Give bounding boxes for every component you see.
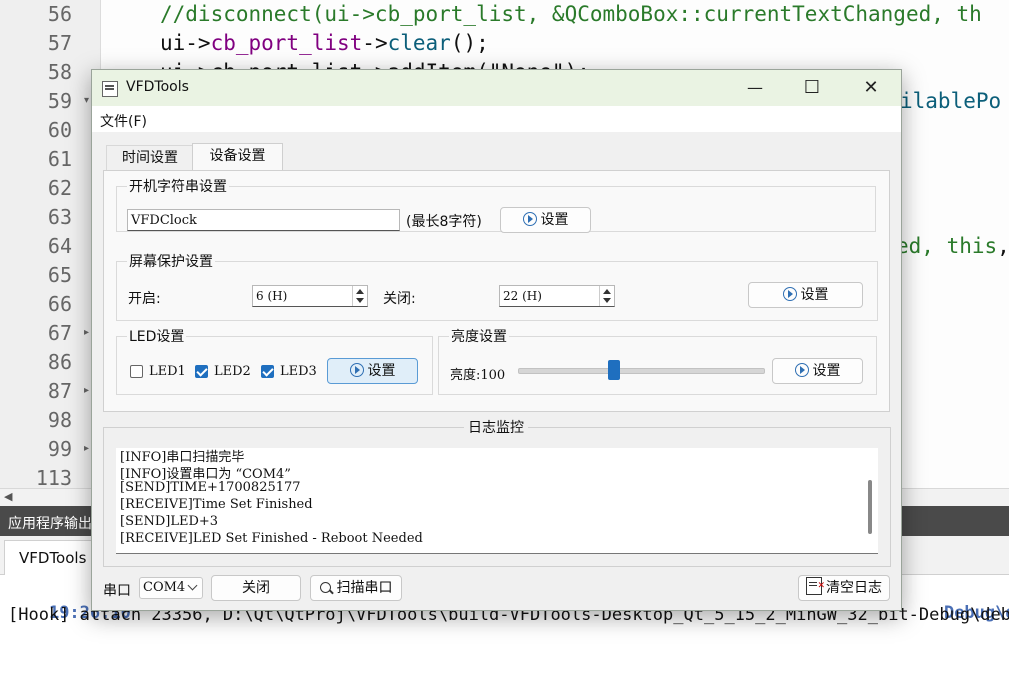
log-scrollbar[interactable] bbox=[868, 480, 872, 534]
screensaver-off-spinbox[interactable]: 22 (H) bbox=[499, 285, 615, 307]
line-number: 60 bbox=[47, 118, 72, 142]
code-line-59-tail: ilablePo bbox=[900, 89, 1002, 113]
fold-marker-icon[interactable]: ▾ bbox=[84, 95, 89, 106]
log-line: [SEND]LED+3 bbox=[120, 514, 219, 529]
port-label: 串口 bbox=[103, 583, 131, 599]
fold-marker-icon[interactable]: ▸ bbox=[84, 385, 89, 396]
tab-time-settings[interactable]: 时间设置 bbox=[106, 145, 194, 171]
play-icon bbox=[522, 212, 537, 226]
line-number-gutter: 56 57 58 59 ▾ 60 61 62 63 64 65 66 67 ▸ 86 87 ▸ 98 99 ▸ 113 bbox=[0, 0, 101, 490]
menu-bar: 文件(F) bbox=[92, 106, 901, 132]
fold-marker-icon[interactable]: ▸ bbox=[84, 327, 89, 338]
led3-checkbox[interactable] bbox=[261, 365, 274, 378]
log-textbox[interactable]: [INFO]串口扫描完毕 [INFO]设置串口为 “COM4” [SEND]TI… bbox=[116, 448, 878, 554]
brightness-slider-handle[interactable] bbox=[607, 360, 620, 380]
output-tab-vfdtools[interactable]: VFDTools bbox=[4, 540, 92, 575]
code-line-56: //disconnect(ui->cb_port_list, &QComboBo… bbox=[160, 2, 982, 26]
app-icon bbox=[102, 81, 118, 97]
screensaver-off-label: 关闭: bbox=[383, 291, 416, 307]
line-number: 59 bbox=[47, 89, 72, 113]
led1-label: LED1 bbox=[149, 364, 186, 379]
device-settings-pane: 开机字符串设置 VFDClock (最长8字符) 设置 屏幕保护设置 开启: 6… bbox=[103, 170, 890, 412]
led2-label: LED2 bbox=[214, 364, 251, 379]
play-icon bbox=[349, 363, 364, 377]
title-bar[interactable]: VFDTools — ☐ ✕ bbox=[92, 70, 901, 106]
menu-file[interactable]: 文件(F) bbox=[100, 111, 147, 131]
boot-string-input[interactable]: VFDClock bbox=[127, 209, 400, 231]
brightness-slider-track[interactable] bbox=[518, 368, 765, 374]
led2-checkbox[interactable] bbox=[195, 365, 208, 378]
search-icon bbox=[319, 582, 331, 593]
line-number: 66 bbox=[47, 292, 72, 316]
led-set-button[interactable]: 设置 bbox=[327, 358, 418, 384]
play-icon bbox=[794, 363, 809, 377]
line-number: 63 bbox=[47, 205, 72, 229]
scan-port-button[interactable]: 扫描串口 bbox=[310, 575, 402, 601]
log-line: [RECEIVE]Time Set Finished bbox=[120, 497, 313, 512]
line-number: 56 bbox=[47, 2, 72, 26]
brightness-group-title: 亮度设置 bbox=[449, 326, 509, 346]
line-number: 99 bbox=[47, 437, 72, 461]
clear-log-button[interactable]: 清空日志 bbox=[798, 574, 890, 601]
vfdtools-window: VFDTools — ☐ ✕ 文件(F) 时间设置 设备设置 开机字符串设置 V… bbox=[91, 69, 902, 611]
screensaver-on-label: 开启: bbox=[128, 291, 161, 307]
fold-marker-icon[interactable]: ▸ bbox=[84, 443, 89, 454]
line-number: 87 bbox=[47, 379, 72, 403]
close-button[interactable]: ✕ bbox=[848, 70, 894, 106]
maximize-button[interactable]: ☐ bbox=[789, 70, 835, 106]
output-pane-title: 应用程序输出 bbox=[8, 516, 92, 532]
line-number: 62 bbox=[47, 176, 72, 200]
port-combobox[interactable]: COM4 bbox=[139, 577, 203, 599]
line-number: 57 bbox=[47, 31, 72, 55]
log-line: [SEND]TIME+1700825177 bbox=[120, 480, 301, 495]
screensaver-group-title: 屏幕保护设置 bbox=[127, 251, 215, 271]
log-line: [RECEIVE]LED Set Finished - Reboot Neede… bbox=[120, 531, 423, 546]
line-number: 58 bbox=[47, 60, 72, 84]
line-number: 65 bbox=[47, 263, 72, 287]
line-number: 61 bbox=[47, 147, 72, 171]
line-number: 67 bbox=[47, 321, 72, 345]
tab-device-settings[interactable]: 设备设置 bbox=[192, 143, 283, 172]
screensaver-on-spinbox[interactable]: 6 (H) bbox=[252, 285, 368, 307]
minimize-button[interactable]: — bbox=[732, 70, 778, 106]
brightness-value-label: 亮度:100 bbox=[450, 368, 506, 383]
brightness-set-button[interactable]: 设置 bbox=[772, 358, 863, 384]
clear-log-icon bbox=[806, 574, 825, 598]
screensaver-set-button[interactable]: 设置 bbox=[748, 282, 863, 308]
led-group-title: LED设置 bbox=[127, 326, 187, 346]
code-line-57: ui->cb_port_list->clear(); bbox=[160, 31, 489, 55]
output-tab-label: VFDTools bbox=[19, 549, 87, 567]
log-group-title: 日志监控 bbox=[464, 417, 528, 437]
close-port-button[interactable]: 关闭 bbox=[211, 575, 301, 601]
boot-string-group-title: 开机字符串设置 bbox=[127, 176, 229, 196]
play-icon bbox=[782, 287, 797, 301]
line-number: 64 bbox=[47, 234, 72, 258]
spinbox-arrows[interactable] bbox=[352, 286, 367, 306]
led3-label: LED3 bbox=[280, 364, 317, 379]
boot-string-hint: (最长8字符) bbox=[406, 214, 482, 230]
chevron-down-icon bbox=[187, 580, 198, 591]
code-line-64-tail: ed, this, bbox=[896, 234, 1009, 258]
boot-string-set-button[interactable]: 设置 bbox=[500, 207, 591, 233]
scroll-left-icon[interactable]: ◀ bbox=[4, 490, 12, 503]
line-number: 86 bbox=[47, 350, 72, 374]
spinbox-arrows[interactable] bbox=[599, 286, 614, 306]
line-number: 98 bbox=[47, 408, 72, 432]
window-title: VFDTools bbox=[126, 79, 189, 95]
led1-checkbox[interactable] bbox=[130, 365, 143, 378]
